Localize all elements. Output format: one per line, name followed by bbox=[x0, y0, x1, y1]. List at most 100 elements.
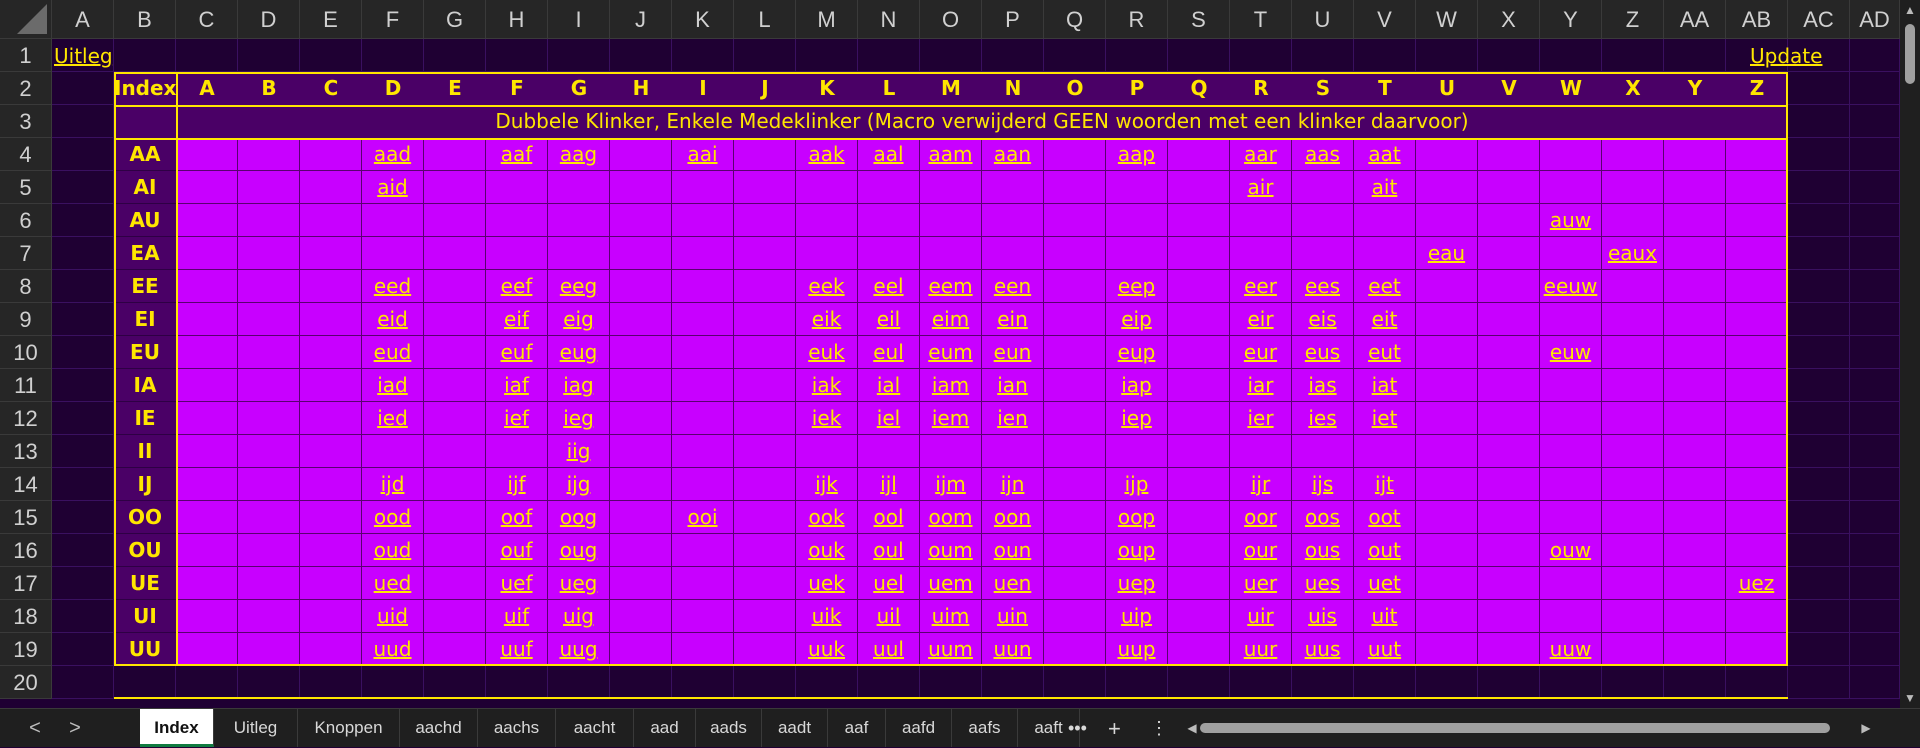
sheet-cell[interactable] bbox=[362, 666, 424, 699]
table-cell[interactable]: eup bbox=[1106, 336, 1168, 369]
sheet-tab-aafd[interactable]: aafd bbox=[886, 709, 952, 747]
column-header-b[interactable]: B bbox=[114, 0, 176, 39]
table-cell[interactable]: eid bbox=[362, 303, 424, 336]
sheet-cell[interactable] bbox=[1850, 402, 1900, 435]
table-cell[interactable]: aam bbox=[920, 138, 982, 171]
word-link[interactable]: iig bbox=[567, 439, 591, 463]
table-cell[interactable]: uer bbox=[1230, 567, 1292, 600]
sheet-cell[interactable] bbox=[300, 39, 362, 72]
sheet-cell[interactable] bbox=[114, 39, 176, 72]
column-header-d[interactable]: D bbox=[238, 0, 300, 39]
table-cell[interactable]: oos bbox=[1292, 501, 1354, 534]
table-cell[interactable]: uum bbox=[920, 633, 982, 666]
add-sheet-button[interactable]: + bbox=[1108, 709, 1121, 748]
sheet-tab-aads[interactable]: aads bbox=[696, 709, 762, 747]
table-cell[interactable]: uef bbox=[486, 567, 548, 600]
word-link[interactable]: eid bbox=[377, 307, 408, 331]
column-header-h[interactable]: H bbox=[486, 0, 548, 39]
word-link[interactable]: our bbox=[1244, 538, 1277, 562]
word-link[interactable]: ias bbox=[1308, 373, 1336, 397]
column-header-k[interactable]: K bbox=[672, 0, 734, 39]
table-cell[interactable]: ied bbox=[362, 402, 424, 435]
sheet-cell[interactable] bbox=[1168, 666, 1230, 699]
sheet-cell[interactable] bbox=[1540, 666, 1602, 699]
table-cell[interactable]: eut bbox=[1354, 336, 1416, 369]
word-link[interactable]: uer bbox=[1244, 571, 1277, 595]
word-link[interactable]: iad bbox=[377, 373, 408, 397]
word-link[interactable]: eis bbox=[1308, 307, 1336, 331]
column-header-aa[interactable]: AA bbox=[1664, 0, 1726, 39]
word-link[interactable]: oop bbox=[1118, 505, 1155, 529]
sheet-cell[interactable] bbox=[1788, 270, 1850, 303]
table-cell[interactable]: aas bbox=[1292, 138, 1354, 171]
word-link[interactable]: uig bbox=[563, 604, 594, 628]
table-cell[interactable]: oof bbox=[486, 501, 548, 534]
word-link[interactable]: eig bbox=[563, 307, 594, 331]
table-cell[interactable]: oom bbox=[920, 501, 982, 534]
table-cell[interactable]: uep bbox=[1106, 567, 1168, 600]
horizontal-scroll-thumb[interactable] bbox=[1200, 723, 1830, 733]
word-link[interactable]: oug bbox=[560, 538, 598, 562]
word-link[interactable]: eeuw bbox=[1544, 274, 1598, 298]
column-header-z[interactable]: Z bbox=[1602, 0, 1664, 39]
table-cell[interactable]: eep bbox=[1106, 270, 1168, 303]
sheet-cell[interactable] bbox=[1850, 270, 1900, 303]
table-cell[interactable]: eud bbox=[362, 336, 424, 369]
sheet-cell[interactable] bbox=[52, 435, 114, 468]
sheet-cell[interactable] bbox=[1726, 666, 1788, 699]
word-link[interactable]: eun bbox=[994, 340, 1032, 364]
word-link[interactable]: uip bbox=[1121, 604, 1152, 628]
word-link[interactable]: eud bbox=[374, 340, 412, 364]
sheet-cell[interactable] bbox=[1850, 72, 1900, 105]
word-link[interactable]: eeg bbox=[560, 274, 597, 298]
table-cell[interactable]: aat bbox=[1354, 138, 1416, 171]
sheet-cell[interactable] bbox=[982, 39, 1044, 72]
column-header-u[interactable]: U bbox=[1292, 0, 1354, 39]
sheet-cell[interactable] bbox=[52, 171, 114, 204]
sheet-cell[interactable] bbox=[796, 39, 858, 72]
sheet-cell[interactable] bbox=[1230, 39, 1292, 72]
word-link[interactable]: ooi bbox=[687, 505, 717, 529]
sheet-cell[interactable] bbox=[1788, 303, 1850, 336]
sheet-cell[interactable] bbox=[424, 39, 486, 72]
word-link[interactable]: uur bbox=[1244, 637, 1278, 661]
row-header-12[interactable]: 12 bbox=[0, 402, 52, 435]
sheet-cell[interactable] bbox=[1230, 666, 1292, 699]
column-header-ad[interactable]: AD bbox=[1850, 0, 1900, 39]
word-link[interactable]: ian bbox=[997, 373, 1028, 397]
table-cell[interactable]: oug bbox=[548, 534, 610, 567]
word-link[interactable]: ook bbox=[808, 505, 844, 529]
word-link[interactable]: iag bbox=[563, 373, 594, 397]
sheet-cell[interactable] bbox=[1478, 39, 1540, 72]
sheet-menu-button[interactable]: ⋮ bbox=[1150, 709, 1168, 748]
word-link[interactable]: eaux bbox=[1608, 241, 1657, 265]
word-link[interactable]: uem bbox=[928, 571, 972, 595]
table-cell[interactable]: ijd bbox=[362, 468, 424, 501]
word-link[interactable]: iaf bbox=[504, 373, 529, 397]
word-link[interactable]: eus bbox=[1305, 340, 1340, 364]
word-link[interactable]: ief bbox=[504, 406, 529, 430]
sheet-cell[interactable] bbox=[1354, 666, 1416, 699]
table-cell[interactable]: ooi bbox=[672, 501, 734, 534]
table-cell[interactable]: eig bbox=[548, 303, 610, 336]
table-cell[interactable]: uin bbox=[982, 600, 1044, 633]
word-link[interactable]: ijs bbox=[1312, 472, 1334, 496]
word-link[interactable]: oor bbox=[1244, 505, 1277, 529]
table-cell[interactable]: eed bbox=[362, 270, 424, 303]
sheet-cell[interactable] bbox=[52, 567, 114, 600]
table-cell[interactable]: iak bbox=[796, 369, 858, 402]
table-cell[interactable]: een bbox=[982, 270, 1044, 303]
word-link[interactable]: aid bbox=[377, 175, 408, 199]
sheet-cell[interactable] bbox=[1850, 633, 1900, 666]
update-link[interactable]: Update bbox=[1750, 44, 1822, 68]
word-link[interactable]: uim bbox=[932, 604, 970, 628]
sheet-cell[interactable] bbox=[1788, 336, 1850, 369]
table-cell[interactable]: uim bbox=[920, 600, 982, 633]
sheet-cell[interactable] bbox=[1788, 204, 1850, 237]
table-cell[interactable]: uid bbox=[362, 600, 424, 633]
sheet-cell[interactable] bbox=[1416, 666, 1478, 699]
word-link[interactable]: ijp bbox=[1125, 472, 1149, 496]
word-link[interactable]: aap bbox=[1118, 142, 1155, 166]
sheet-cell[interactable] bbox=[1788, 369, 1850, 402]
table-cell[interactable]: ies bbox=[1292, 402, 1354, 435]
